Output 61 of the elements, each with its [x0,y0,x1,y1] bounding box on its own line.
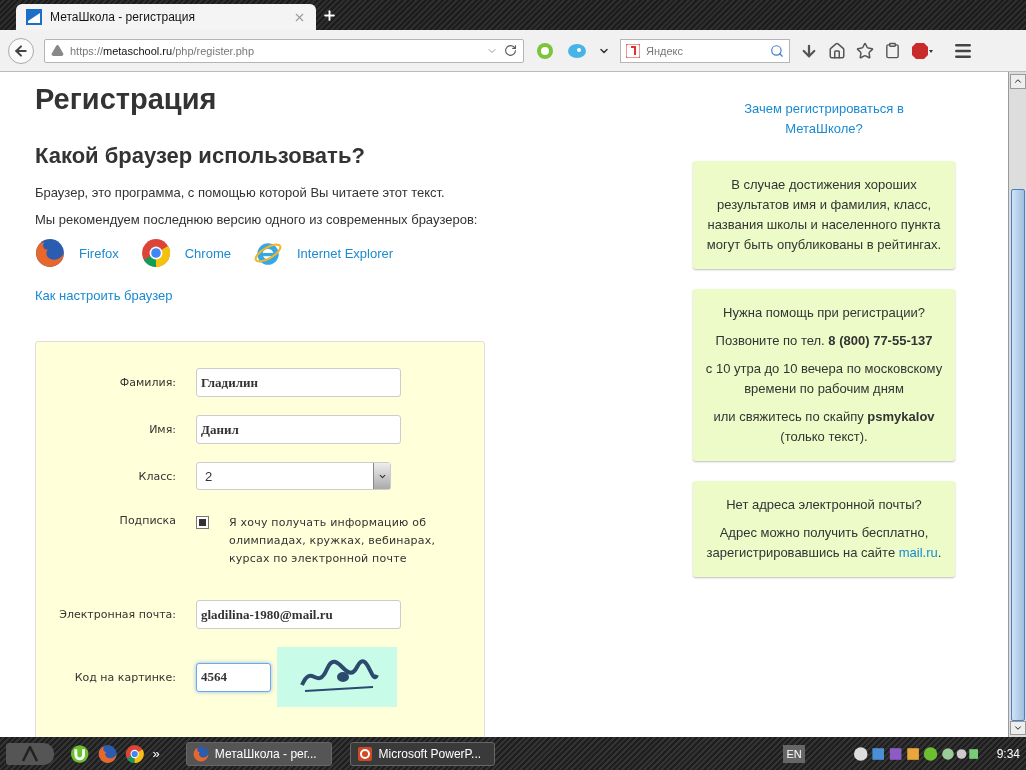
scrollbar[interactable] [1008,72,1026,737]
firefox-icon [35,238,65,268]
site-logo-icon [26,9,42,25]
intro-text: Мы рекомендуем последнюю версию одного из современных браузеров: [35,211,479,228]
subscribe-checkbox[interactable] [196,516,209,529]
star-icon[interactable] [856,41,874,60]
field-label: Электронная почта: [58,608,176,621]
warning-icon [51,44,64,57]
browser-link[interactable]: Internet Explorer [253,238,394,268]
section-heading: Какой браузер использовать? [35,142,366,170]
info-text: Нужна помощь при регистрации? [722,304,926,322]
info-text: Позвоните по тел. 8 (800) 77-55-137 [714,332,934,350]
more-text[interactable]: » [152,746,160,761]
search-field[interactable]: Яндекс [620,38,790,63]
field-label: Подписка [118,514,176,527]
info-text: В случае достижения хороших результатов имя и фамилия, класс, названия школы и населенного пункта могут быть опубликованы в рейтингах. [705,176,943,254]
url-text: https://metaschool.ru/php/register.php [70,44,256,57]
browser-link[interactable]: Firefox [35,238,119,268]
search-icon[interactable] [770,43,784,58]
firefox-icon [97,743,118,764]
start-logo-icon [21,745,40,762]
info-text: или свяжитесь по скайпу psmykalov (только текст). [712,408,936,446]
chrome-icon [140,238,171,268]
mail-link[interactable]: mail.ru [898,545,938,560]
page-title: Регистрация [35,82,218,116]
intro-text: Браузер, это программа, с помощью которой Вы читаете этот текст. [35,184,446,201]
text-field[interactable]: gladilina-1980@mail.ru [196,600,401,629]
field-label: Код на картинке: [73,670,176,684]
search-engine-icon [626,43,640,58]
text-field[interactable]: Гладилин [196,368,401,397]
taskbar-button[interactable]: Microsoft PowerP... [349,741,496,766]
grade-select[interactable]: 2 [196,462,391,490]
text-field[interactable]: Данил [196,415,401,444]
clipboard-icon[interactable] [884,42,901,59]
new-tab-icon[interactable] [322,7,337,23]
home-icon[interactable] [828,41,846,60]
address-bar[interactable]: https://metaschool.ru/php/register.php [44,38,524,63]
torrent-icon[interactable] [70,743,90,764]
field-label: Класс: [137,469,176,483]
ad-block-icon[interactable] [911,41,933,60]
browser-link[interactable]: Chrome [140,238,231,268]
field-label: Имя: [148,423,176,436]
tab-title: МетаШкола - регистрация [50,10,196,24]
presentation-icon [356,745,373,762]
language-indicator[interactable]: EN [783,744,805,763]
why-register-link[interactable]: Зачем регистрироваться в МетаШколе? [713,99,935,139]
field-label: Фамилия: [118,376,176,389]
firefox-icon [192,745,209,762]
start-button[interactable] [6,742,55,765]
taskbar-button[interactable]: МетаШкола - рег... [185,741,332,766]
setup-link[interactable]: Как настроить браузер [35,288,173,303]
chrome-icon [125,743,145,764]
clock: 9:34 [996,746,1020,761]
captcha-field[interactable]: 4564 [196,662,271,692]
back-button[interactable] [8,37,34,64]
info-text: с 10 утра до 10 вечера по московскому времени по рабочим дням [704,360,944,398]
info-text: Нет адреса электронной почты? [725,496,923,514]
browser-tab[interactable]: МетаШкола - регистрация [16,4,316,30]
checkbox-text: Я хочу получать информацию об олимпиадах, кружках, вебинарах, курсах по электронной почте [229,515,437,567]
info-text: Адрес можно получить бесплатно, зарегистрировавшись на сайте mail.ru. [705,524,943,562]
reload-icon[interactable] [504,44,517,57]
